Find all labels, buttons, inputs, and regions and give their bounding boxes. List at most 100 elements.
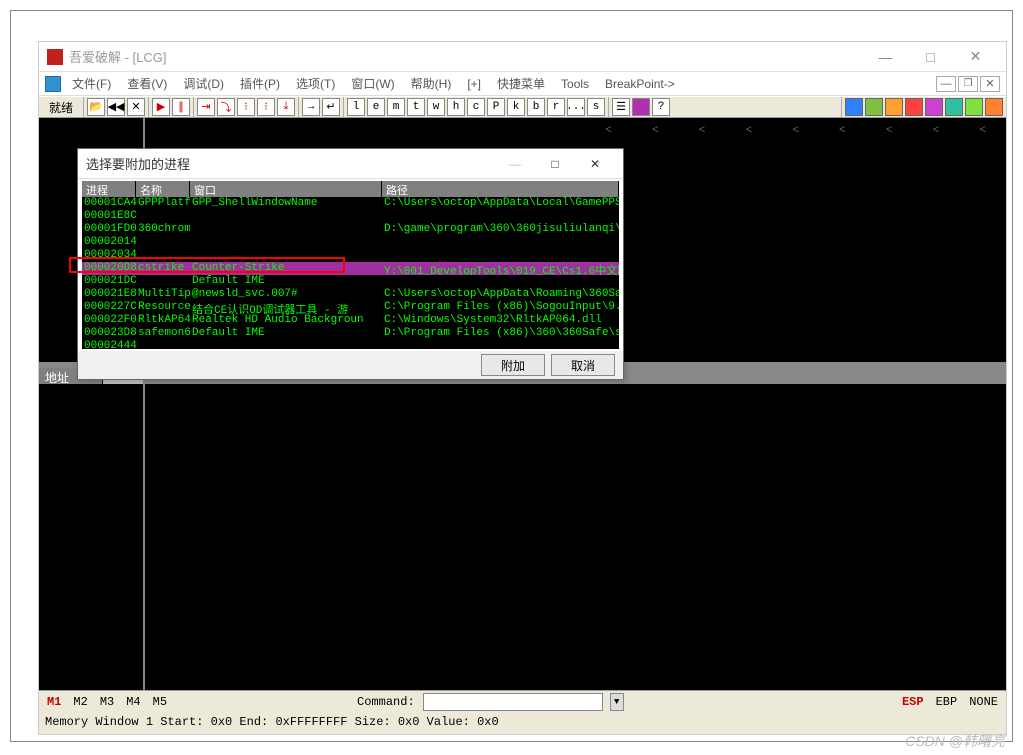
reg-ebp[interactable]: EBP <box>934 695 960 709</box>
col-path[interactable]: 路径 <box>382 181 619 197</box>
color-8-button[interactable] <box>985 98 1003 116</box>
process-row[interactable]: 00001FD0360chromD:\game\program\360\360j… <box>82 223 619 236</box>
maximize-button[interactable]: □ <box>908 43 953 71</box>
letter-...-button[interactable]: ... <box>567 98 585 116</box>
color-2-button[interactable] <box>865 98 883 116</box>
process-row[interactable]: 000020D8cstrikeCounter-StrikeY:\001_Deve… <box>82 262 619 275</box>
rewind-button[interactable]: ◀◀ <box>107 98 125 116</box>
mdi-minimize-button[interactable]: — <box>936 76 956 92</box>
command-input[interactable] <box>423 693 603 711</box>
main-window: 吾爱破解 - [LCG] — □ ✕ 文件(F) 查看(V) 调试(D) 插件(… <box>38 41 1007 735</box>
color-7-button[interactable] <box>965 98 983 116</box>
pause-button[interactable]: ∥ <box>172 98 190 116</box>
return-button[interactable]: ↵ <box>322 98 340 116</box>
menu-file[interactable]: 文件(F) <box>65 73 118 94</box>
mdi-restore-button[interactable]: ❐ <box>958 76 978 92</box>
attach-button[interactable]: 附加 <box>481 354 545 376</box>
process-row[interactable]: 00001CA4GPPPlatfGPP_ShellWindowNameC:\Us… <box>82 197 619 210</box>
menu-options[interactable]: 选项(T) <box>289 73 342 94</box>
reg-none[interactable]: NONE <box>967 695 1000 709</box>
process-row[interactable]: 00002034 <box>82 249 619 262</box>
minimize-button[interactable]: — <box>863 43 908 71</box>
vertical-splitter-2[interactable] <box>143 384 145 690</box>
highlight-button[interactable] <box>632 98 650 116</box>
column-markers: <<<<<<<<< <box>39 118 1006 141</box>
process-row[interactable]: 00001E8C <box>82 210 619 223</box>
step-over-button[interactable]: ⤵ <box>217 98 235 116</box>
reg-esp[interactable]: ESP <box>900 695 926 709</box>
col-name[interactable]: 名称 <box>136 181 190 197</box>
reg-m1[interactable]: M1 <box>45 695 63 709</box>
letter-k-button[interactable]: k <box>507 98 525 116</box>
reg-m5[interactable]: M5 <box>151 695 169 709</box>
goto-button[interactable]: → <box>302 98 320 116</box>
dialog-maximize-button[interactable]: □ <box>535 150 575 178</box>
color-1-button[interactable] <box>845 98 863 116</box>
settings-button[interactable]: ? <box>652 98 670 116</box>
col-pid[interactable]: 进程 <box>82 181 136 197</box>
color-4-button[interactable] <box>905 98 923 116</box>
menu-view[interactable]: 查看(V) <box>120 73 174 94</box>
menu-plugin[interactable]: 插件(P) <box>233 73 287 94</box>
reg-m3[interactable]: M3 <box>98 695 116 709</box>
letter-P-button[interactable]: P <box>487 98 505 116</box>
letter-b-button[interactable]: b <box>527 98 545 116</box>
process-list-header: 进程 名称 窗口 路径 <box>82 181 619 197</box>
menu-quick[interactable]: 快捷菜单 <box>490 73 552 94</box>
letter-c-button[interactable]: c <box>467 98 485 116</box>
color-3-button[interactable] <box>885 98 903 116</box>
letter-buttons: lemtwhcPkbr...s <box>343 97 608 117</box>
letter-t-button[interactable]: t <box>407 98 425 116</box>
menu-bar: 文件(F) 查看(V) 调试(D) 插件(P) 选项(T) 窗口(W) 帮助(H… <box>39 72 1006 96</box>
bottom-bar: M1 M2 M3 M4 M5 Command: ▼ ESP EBP NONE M… <box>39 690 1006 734</box>
process-row[interactable]: 000021E8MultiTip@newsld_svc.007#C:\Users… <box>82 288 619 301</box>
menu-debug[interactable]: 调试(D) <box>176 73 231 94</box>
color-6-button[interactable] <box>945 98 963 116</box>
process-row[interactable]: 000022F0RltkAP64Realtek HD Audio Backgro… <box>82 314 619 327</box>
process-list[interactable]: 进程 名称 窗口 路径 00001CA4GPPPlatfGPP_ShellWin… <box>82 181 619 349</box>
trace-into-button[interactable]: ⁝ <box>237 98 255 116</box>
dialog-title-bar: 选择要附加的进程 — □ ✕ <box>78 149 623 179</box>
attach-process-dialog: 选择要附加的进程 — □ ✕ 进程 名称 窗口 路径 00001CA4GPPPl… <box>77 148 624 380</box>
color-5-button[interactable] <box>925 98 943 116</box>
window-controls: — □ ✕ <box>863 43 998 71</box>
mdi-close-button[interactable]: ✕ <box>980 76 1000 92</box>
process-row[interactable]: 000021DCDefault IME <box>82 275 619 288</box>
process-row[interactable]: 000023D8safemon6Default IMED:\Program Fi… <box>82 327 619 340</box>
letter-s-button[interactable]: s <box>587 98 605 116</box>
col-window[interactable]: 窗口 <box>190 181 382 197</box>
reg-m2[interactable]: M2 <box>71 695 89 709</box>
command-dropdown[interactable]: ▼ <box>610 693 624 711</box>
menu-help[interactable]: 帮助(H) <box>404 73 459 94</box>
trace-over-button[interactable]: ⁝ <box>257 98 275 116</box>
menu-plus[interactable]: [+] <box>460 75 488 93</box>
stop-button[interactable]: ✕ <box>127 98 145 116</box>
cancel-button[interactable]: 取消 <box>551 354 615 376</box>
letter-l-button[interactable]: l <box>347 98 365 116</box>
close-button[interactable]: ✕ <box>953 43 998 71</box>
letter-w-button[interactable]: w <box>427 98 445 116</box>
open-button[interactable]: 📂 <box>87 98 105 116</box>
process-row[interactable]: 00002444 <box>82 340 619 349</box>
list-view-button[interactable]: ☰ <box>612 98 630 116</box>
process-row[interactable]: 00002014 <box>82 236 619 249</box>
dialog-footer: 附加 取消 <box>78 351 623 379</box>
run-button[interactable]: ▶ <box>152 98 170 116</box>
step-into-button[interactable]: ⇥ <box>197 98 215 116</box>
execute-till-button[interactable]: ⤓ <box>277 98 295 116</box>
letter-e-button[interactable]: e <box>367 98 385 116</box>
process-rows: 00001CA4GPPPlatfGPP_ShellWindowNameC:\Us… <box>82 197 619 349</box>
command-label: Command: <box>357 695 415 709</box>
reg-m4[interactable]: M4 <box>124 695 142 709</box>
letter-r-button[interactable]: r <box>547 98 565 116</box>
process-row[interactable]: 0000227CResource结合CE认识OD调试器工具 - 游C:\Prog… <box>82 301 619 314</box>
screenshot-frame: 吾爱破解 - [LCG] — □ ✕ 文件(F) 查看(V) 调试(D) 插件(… <box>10 10 1013 742</box>
menu-breakpoint[interactable]: BreakPoint-> <box>598 75 682 93</box>
letter-h-button[interactable]: h <box>447 98 465 116</box>
menu-window[interactable]: 窗口(W) <box>344 73 401 94</box>
dialog-close-button[interactable]: ✕ <box>575 150 615 178</box>
child-window-icon <box>45 76 61 92</box>
window-title: 吾爱破解 - [LCG] <box>69 47 863 66</box>
menu-tools[interactable]: Tools <box>554 75 596 93</box>
letter-m-button[interactable]: m <box>387 98 405 116</box>
